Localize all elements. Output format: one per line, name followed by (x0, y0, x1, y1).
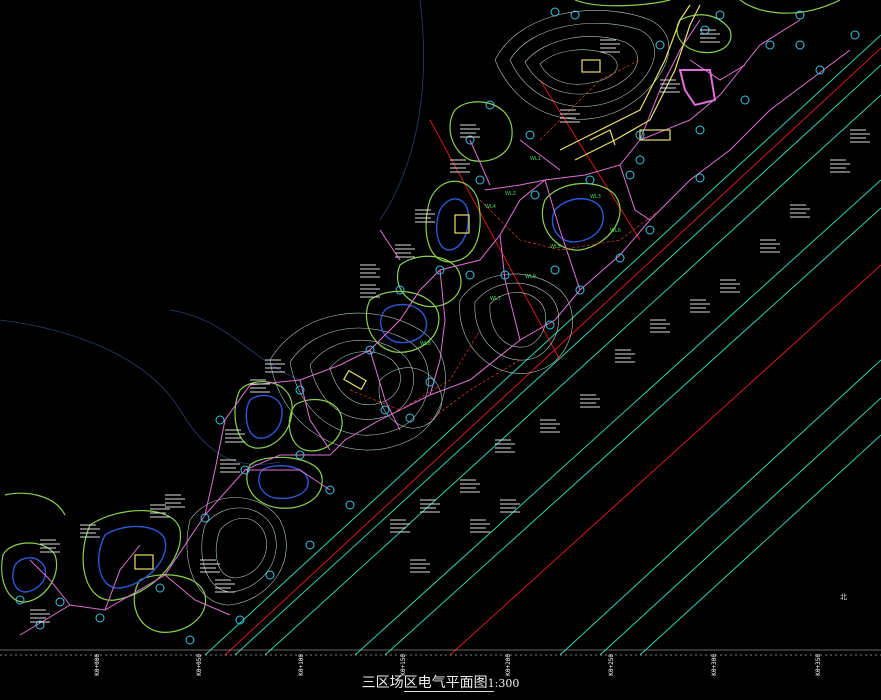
cad-drawing-canvas: WL1 WL2 WL3 WL4 WL5 WL6 WL7 WL8 WL9 (0, 0, 881, 700)
circuit-label: WL6 (610, 228, 621, 234)
drawing-title: 三区场区电气平面图 (361, 675, 488, 691)
circuit-label: WL4 (485, 204, 496, 210)
circuit-label: WL9 (525, 274, 536, 280)
circuit-label: WL2 (505, 191, 516, 197)
circuit-label: WL5 (550, 244, 561, 250)
north-mark: 北 (840, 593, 847, 601)
drawing-scale: 1:300 (487, 677, 520, 690)
circuit-label: WL3 (590, 194, 601, 200)
circuit-label: WL8 (420, 341, 431, 347)
drawing-caption: 三区场区电气平面图1:300 (0, 672, 881, 692)
circuit-label: WL1 (530, 156, 541, 162)
circuit-label: WL7 (490, 296, 501, 302)
caption-underline (404, 691, 494, 692)
